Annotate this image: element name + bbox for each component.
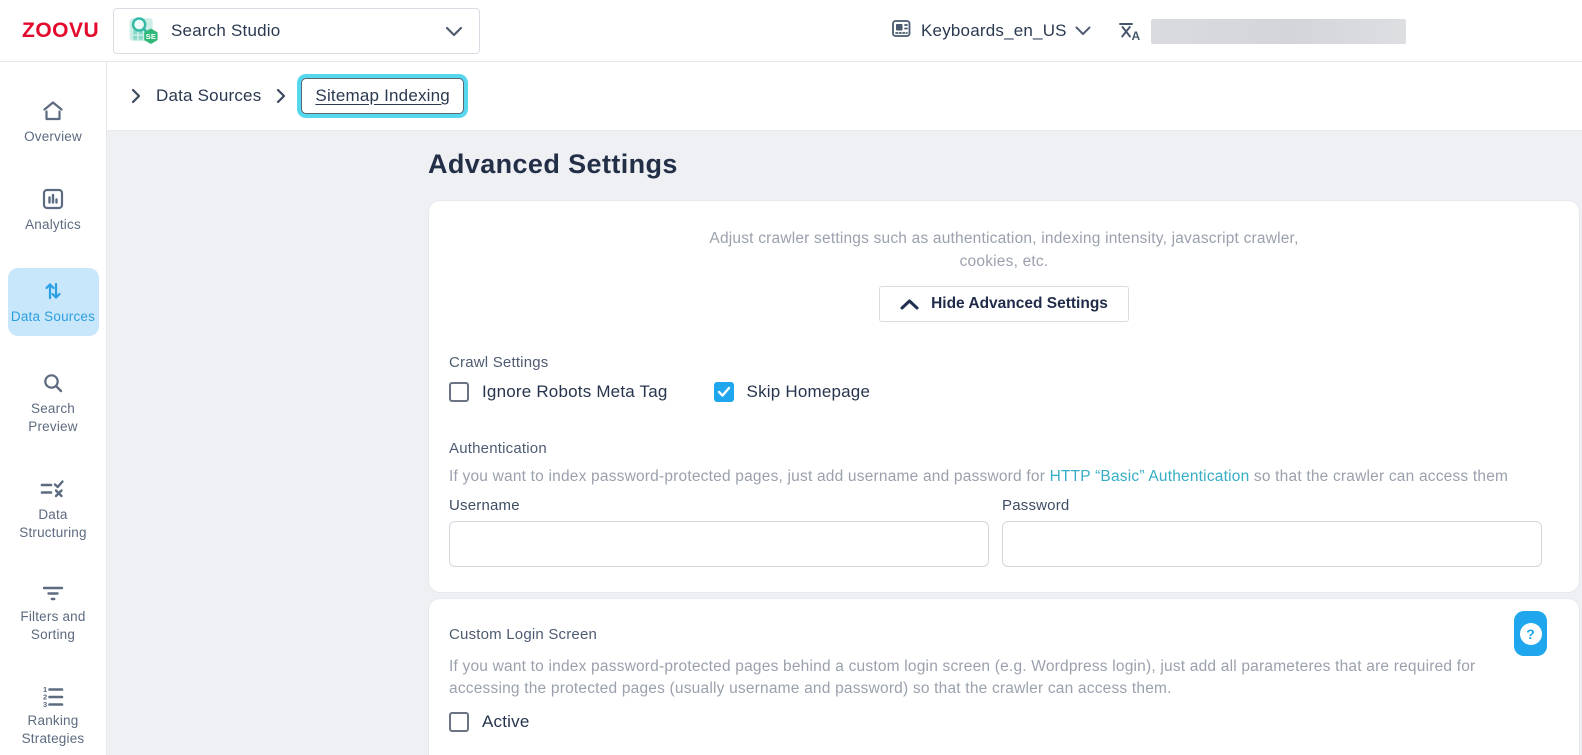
workspace-switcher[interactable]: Keyboards_en_US A — [890, 0, 1406, 62]
intro-line-2: cookies, etc. — [449, 250, 1559, 273]
sidebar-item-search-preview[interactable]: Search Preview — [8, 364, 99, 442]
checkbox-unchecked-icon — [449, 382, 469, 402]
sidebar-item-label: Analytics — [25, 216, 81, 234]
checkbox-label: Active — [482, 712, 530, 732]
sidebar-item-label: Search Preview — [10, 400, 97, 436]
chevron-right-icon — [276, 88, 286, 104]
app-picker-dropdown[interactable]: SE Search Studio — [113, 8, 480, 54]
checkbox-label: Skip Homepage — [747, 382, 871, 402]
filter-icon — [40, 582, 66, 604]
intro-line-1: Adjust crawler settings such as authenti… — [449, 227, 1559, 250]
authentication-description: If you want to index password-protected … — [449, 467, 1559, 487]
svg-text:3: 3 — [43, 700, 47, 708]
sidebar-item-label: Ranking Strategies — [10, 712, 97, 748]
sidebar-item-label: Overview — [24, 128, 82, 146]
app-screen: zoovu SE Search Studio — [0, 0, 1582, 755]
ignore-robots-meta-tag-checkbox[interactable]: Ignore Robots Meta Tag — [449, 382, 668, 402]
breadcrumb: Data Sources Sitemap Indexing — [107, 62, 1582, 131]
zoovu-logo[interactable]: zoovu — [22, 0, 99, 62]
redacted-user-info — [1151, 19, 1406, 44]
chevron-down-icon — [1075, 26, 1091, 36]
breadcrumb-current-label: Sitemap Indexing — [315, 86, 450, 105]
svg-text:A: A — [1131, 29, 1140, 43]
sidebar-item-filters-sorting[interactable]: Filters and Sorting — [8, 576, 99, 650]
sidebar-item-label: Filters and Sorting — [10, 608, 97, 644]
app-picker-label: Search Studio — [171, 21, 280, 41]
svg-text:SE: SE — [146, 32, 157, 41]
breadcrumb-data-sources[interactable]: Data Sources — [156, 86, 261, 106]
home-icon — [40, 98, 66, 124]
skip-homepage-checkbox[interactable]: Skip Homepage — [714, 382, 871, 402]
main-content: Advanced Settings Adjust crawler setting… — [107, 131, 1582, 755]
custom-login-description: If you want to index password-protected … — [449, 656, 1519, 699]
chevron-right-icon — [131, 88, 141, 104]
checkbox-label: Ignore Robots Meta Tag — [482, 382, 668, 402]
hide-advanced-settings-button[interactable]: Hide Advanced Settings — [879, 286, 1129, 322]
question-mark-icon: ? — [1520, 623, 1542, 645]
password-label: Password — [1002, 497, 1555, 514]
search-icon — [40, 370, 66, 396]
sidebar-item-overview[interactable]: Overview — [8, 92, 99, 152]
sidebar-nav: Overview Analytics — [0, 62, 107, 755]
http-basic-auth-link[interactable]: HTTP “Basic” Authentication — [1050, 468, 1250, 485]
data-sources-icon — [40, 278, 66, 304]
hide-advanced-settings-label: Hide Advanced Settings — [931, 295, 1108, 313]
analytics-icon — [40, 186, 66, 212]
help-button[interactable]: ? — [1514, 611, 1547, 656]
chevron-down-icon — [445, 26, 463, 37]
authentication-label: Authentication — [449, 440, 1559, 457]
custom-login-card: Custom Login Screen If you want to index… — [428, 598, 1580, 755]
breadcrumb-sitemap-indexing[interactable]: Sitemap Indexing — [301, 78, 464, 114]
username-label: Username — [449, 497, 1002, 514]
chevron-up-icon — [900, 299, 919, 310]
auth-desc-after: so that the crawler can access them — [1249, 468, 1508, 485]
translate-icon[interactable]: A — [1117, 19, 1143, 43]
keyboard-icon — [890, 17, 913, 45]
sidebar-item-label: Data Sources — [11, 308, 95, 326]
workspace-label: Keyboards_en_US — [921, 21, 1067, 41]
crawl-settings-label: Crawl Settings — [449, 354, 1559, 371]
intro-text: Adjust crawler settings such as authenti… — [449, 227, 1559, 273]
auth-desc-before: If you want to index password-protected … — [449, 468, 1050, 485]
username-input[interactable] — [449, 521, 989, 567]
sidebar-item-data-sources[interactable]: Data Sources — [8, 268, 99, 336]
search-studio-app-icon: SE — [126, 12, 160, 51]
checkbox-unchecked-icon — [449, 712, 469, 732]
active-checkbox[interactable]: Active — [449, 712, 1559, 732]
password-input[interactable] — [1002, 521, 1542, 567]
page-title: Advanced Settings — [428, 148, 1582, 180]
sidebar-item-label: Data Structuring — [10, 506, 97, 542]
ranking-icon: 1 2 3 — [40, 684, 66, 708]
sidebar-item-ranking-strategies[interactable]: 1 2 3 Ranking Strategies — [8, 678, 99, 754]
top-bar: zoovu SE Search Studio — [0, 0, 1582, 62]
advanced-settings-card: Adjust crawler settings such as authenti… — [428, 200, 1580, 593]
sidebar-item-analytics[interactable]: Analytics — [8, 180, 99, 240]
data-structuring-icon — [39, 476, 67, 502]
sidebar-item-data-structuring[interactable]: Data Structuring — [8, 470, 99, 548]
checkbox-checked-icon — [714, 382, 734, 402]
custom-login-screen-label: Custom Login Screen — [449, 626, 1559, 643]
